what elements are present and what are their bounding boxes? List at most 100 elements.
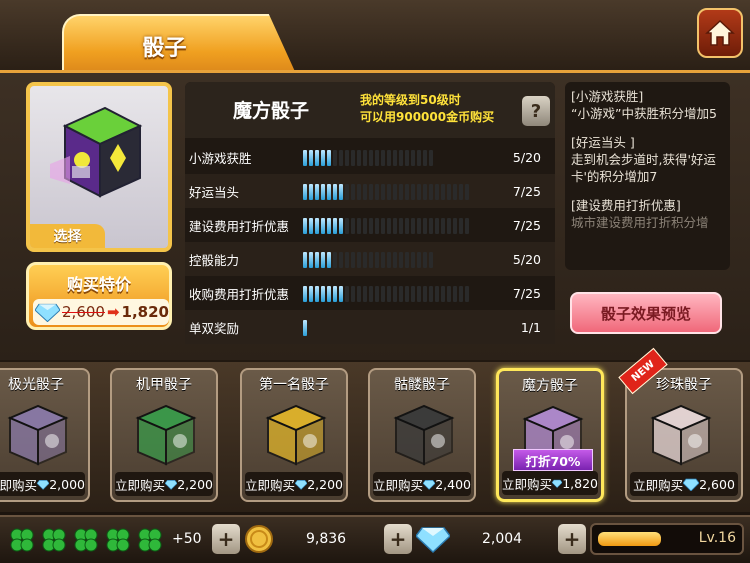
stat-label: 控骰能力	[189, 252, 240, 268]
buy-special-button[interactable]: 购买特价 2,600 ➡ 1,820	[26, 262, 172, 330]
stat-bar-segment	[345, 286, 349, 302]
stat-bar	[303, 286, 469, 302]
stat-bar-segment	[435, 184, 439, 200]
stat-bar-segment	[381, 218, 385, 234]
stat-label: 收购费用打折优惠	[189, 286, 290, 302]
stat-bar-segment	[309, 218, 313, 234]
stat-bar	[303, 184, 469, 200]
stat-bar-segment	[345, 184, 349, 200]
stat-bar-segment	[369, 218, 373, 234]
stat-bar-segment	[369, 252, 373, 268]
dice-card-title: 机甲骰子	[136, 377, 192, 393]
stat-bar-segment	[399, 218, 403, 234]
stat-bar-segment	[303, 218, 307, 234]
stat-row: 控骰能力 5/20	[185, 242, 555, 276]
stat-row: 好运当头 7/25	[185, 174, 555, 208]
stat-bar-segment	[375, 252, 379, 268]
buy-now-button[interactable]: 立即购买 2,400	[373, 472, 471, 496]
desc-p3-title: [建设费用打折优惠]	[571, 198, 681, 213]
effect-preview-button[interactable]: 骰子效果预览	[570, 292, 722, 334]
stat-bar-segment	[315, 252, 319, 268]
desc-p1-title: [小游戏获胜]	[571, 89, 644, 104]
gem-icon	[37, 479, 50, 490]
buy-now-button[interactable]: 立即购买 2,200	[245, 472, 343, 496]
old-price: 2,600	[62, 303, 105, 321]
stat-bar-segment	[339, 150, 343, 166]
buy-now-button[interactable]: 立即购买 2,600	[630, 472, 738, 496]
dice-card-title: 极光骰子	[8, 377, 64, 393]
stat-bar-segment	[375, 286, 379, 302]
dice-icon	[265, 404, 327, 466]
dice-icon	[7, 404, 69, 466]
stat-bar-segment	[411, 150, 415, 166]
stat-bar-segment	[405, 184, 409, 200]
stat-bar-segment	[363, 150, 367, 166]
buy-now-button[interactable]: 立即购买 1,820	[502, 471, 598, 495]
desc-p2-body: 走到机会步道时,获得'好运卡'的积分增加7	[571, 152, 716, 184]
desc-p1-body: “小游戏”中获胜积分增加5	[571, 106, 717, 121]
stat-bar-segment	[345, 150, 349, 166]
stat-bar-segment	[423, 252, 427, 268]
stat-bar-segment	[423, 184, 427, 200]
stat-value: 1/1	[520, 319, 541, 335]
stat-bar-segment	[405, 286, 409, 302]
stat-bar-segment	[411, 184, 415, 200]
add-gems-button[interactable]: +	[558, 524, 586, 554]
dice-card[interactable]: 极光骰子立即购买 2,000	[0, 368, 90, 502]
dice-card[interactable]: 骷髅骰子 立即购买 2,400	[368, 368, 476, 502]
dice-price: 2,600	[699, 476, 735, 492]
stat-bar-segment	[327, 218, 331, 234]
stat-bar-segment	[453, 184, 457, 200]
stat-bar-segment	[357, 286, 361, 302]
stat-row: 建设费用打折优惠 7/25	[185, 208, 555, 242]
stat-bar-segment	[321, 218, 325, 234]
stat-bar-segment	[327, 252, 331, 268]
level-label: Lv.16	[698, 530, 736, 546]
add-clover-button[interactable]: +	[212, 524, 240, 554]
stat-bar-segment	[315, 286, 319, 302]
stat-bar-segment	[417, 286, 421, 302]
stat-label: 好运当头	[189, 184, 240, 200]
clover-icon	[42, 528, 66, 552]
help-button[interactable]: ?	[522, 96, 550, 126]
dice-price: 2,200	[177, 476, 213, 492]
arrow-right-icon: ➡	[106, 303, 120, 321]
buy-now-button[interactable]: 立即购买 2,200	[115, 472, 213, 496]
stats-header: 魔方骰子 我的等级到50级时 可以用900000金币购买 ?	[185, 82, 555, 138]
add-coins-button[interactable]: +	[384, 524, 412, 554]
stat-bar-segment	[411, 252, 415, 268]
stat-bar-segment	[345, 252, 349, 268]
stat-bar-segment	[399, 150, 403, 166]
stat-bar-segment	[465, 184, 469, 200]
dice-card[interactable]: 珍珠骰子 立即购买 2,600	[625, 368, 743, 502]
stat-bar-segment	[399, 252, 403, 268]
game-screen: 骰子 选择 购买特价 2,600 ➡ 1,820 魔方骰子 我的等级到50级时 …	[0, 0, 750, 563]
stat-bar-segment	[417, 218, 421, 234]
stat-bar-segment	[351, 286, 355, 302]
buy-now-label: 立即购买	[0, 477, 38, 493]
stat-label: 单双奖励	[189, 320, 240, 336]
stat-row: 小游戏获胜 5/20	[185, 140, 555, 174]
stat-bar-segment	[453, 286, 457, 302]
stat-bar-segment	[429, 184, 433, 200]
dice-card[interactable]: 第一名骰子 立即购买 2,200	[240, 368, 348, 502]
stat-bar-segment	[405, 218, 409, 234]
tab-label: 骰子	[142, 36, 187, 61]
stat-bar-segment	[381, 150, 385, 166]
stat-bar-segment	[327, 150, 331, 166]
buy-now-button[interactable]: 立即购买 2,000	[0, 472, 85, 496]
stat-value: 7/25	[512, 183, 541, 199]
gem-icon	[683, 478, 700, 491]
clover-icon	[74, 528, 98, 552]
dice-card[interactable]: 机甲骰子立即购买 2,200	[110, 368, 218, 502]
stat-bar-segment	[327, 286, 331, 302]
stats-table: 魔方骰子 我的等级到50级时 可以用900000金币购买 ? 小游戏获胜 5/20…	[185, 82, 555, 344]
stat-bar-segment	[375, 150, 379, 166]
featured-dice-card[interactable]: 选择	[26, 82, 172, 252]
buy-now-label: 立即购买	[633, 477, 684, 493]
dice-card[interactable]: 魔方骰子 打折70% 立即购买 1,820	[496, 368, 604, 502]
stat-bar-segment	[327, 184, 331, 200]
home-button[interactable]	[697, 8, 743, 58]
dice-icon	[135, 404, 197, 466]
tab-dice[interactable]: 骰子	[62, 14, 297, 76]
